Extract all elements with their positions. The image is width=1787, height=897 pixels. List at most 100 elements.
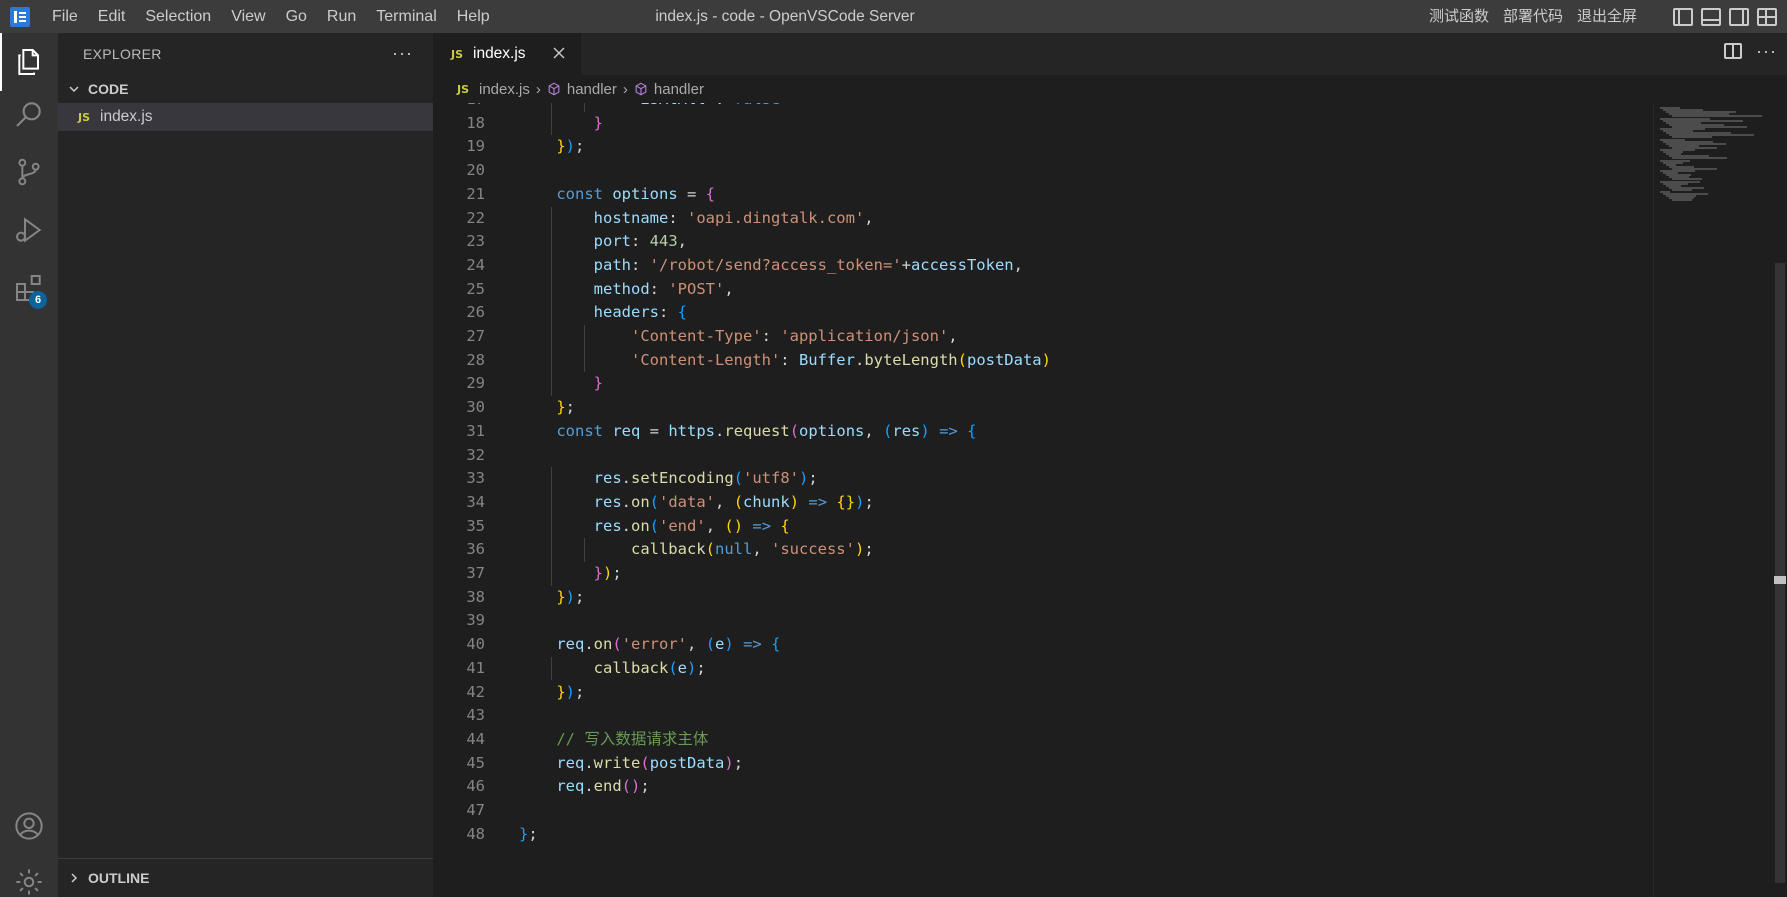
code-text: port: 443, [593, 232, 687, 251]
code-text: }); [556, 587, 585, 606]
line-number: 17 [433, 103, 485, 112]
code-text: // 写入数据请求主体 [556, 729, 709, 748]
line-number: 28 [466, 350, 485, 369]
settings-gear-icon[interactable] [0, 853, 58, 897]
code-line[interactable]: 17 "isAtAll": false [433, 103, 1653, 112]
toggle-primary-sidebar-icon[interactable] [1673, 7, 1693, 26]
line-number: 48 [466, 824, 485, 843]
code-line[interactable]: 35 res.on('end', () => { [433, 514, 1653, 539]
code-editor[interactable]: 17 "isAtAll": false18 }19 });2021 const … [433, 103, 1653, 897]
menu-help[interactable]: Help [447, 0, 500, 33]
code-line[interactable]: 33 res.setEncoding('utf8'); [433, 467, 1653, 491]
line-number: 32 [466, 445, 485, 464]
code-line[interactable]: 37 }); [433, 562, 1653, 586]
source-control-icon[interactable] [0, 143, 58, 201]
code-line[interactable]: 44 // 写入数据请求主体 [433, 728, 1653, 752]
code-line[interactable]: 21 const options = { [433, 183, 1653, 207]
code-line[interactable]: 27 'Content-Type': 'application/json', [433, 325, 1653, 349]
menu-run[interactable]: Run [317, 0, 366, 33]
indent-guide [550, 277, 552, 302]
indent-guide [550, 656, 552, 681]
explorer-icon[interactable] [0, 33, 58, 91]
menu-terminal[interactable]: Terminal [366, 0, 446, 33]
scrollbar-thumb[interactable] [1775, 263, 1785, 883]
extensions-icon[interactable]: 6 [0, 259, 58, 317]
more-actions-icon[interactable]: ··· [1756, 42, 1777, 60]
explorer-more-actions[interactable]: ··· [392, 43, 413, 64]
close-icon[interactable] [549, 43, 569, 63]
menu-edit[interactable]: Edit [88, 0, 136, 33]
customize-layout-icon[interactable] [1757, 7, 1777, 26]
editor-scrollbar[interactable] [1773, 103, 1787, 897]
code-text: }; [556, 398, 576, 417]
menu-bar: File Edit Selection View Go Run Terminal… [42, 0, 500, 33]
line-number: 42 [466, 682, 485, 701]
code-line[interactable]: 18 } [433, 111, 1653, 136]
split-editor-icon[interactable] [1724, 43, 1743, 59]
app-logo-icon[interactable] [10, 6, 30, 27]
js-file-icon: JS [451, 47, 464, 61]
tab-index-js[interactable]: JS index.js [433, 33, 581, 75]
exit-fullscreen-button[interactable]: 退出全屏 [1577, 0, 1637, 33]
breadcrumb-symbol[interactable]: handler [634, 81, 704, 98]
code-line[interactable]: 45 req.write(postData); [433, 752, 1653, 776]
search-icon[interactable] [0, 85, 58, 143]
code-line[interactable]: 41 callback(e); [433, 656, 1653, 681]
menu-view[interactable]: View [221, 0, 275, 33]
code-line[interactable]: 28 'Content-Length': Buffer.byteLength(p… [433, 348, 1653, 373]
toggle-panel-icon[interactable] [1701, 7, 1721, 26]
code-line[interactable]: 22 hostname: 'oapi.dingtalk.com', [433, 206, 1653, 231]
method-cube-icon [635, 82, 647, 96]
indent-guide [550, 230, 552, 254]
line-number: 47 [466, 801, 485, 819]
code-line[interactable]: 24 path: '/robot/send?access_token='+acc… [433, 253, 1653, 278]
run-debug-icon[interactable] [0, 201, 58, 259]
minimap[interactable] [1653, 103, 1773, 897]
toggle-secondary-sidebar-icon[interactable] [1729, 7, 1749, 26]
code-line[interactable]: 43 [433, 704, 1653, 728]
code-text: hostname: 'oapi.dingtalk.com', [593, 208, 874, 227]
code-line[interactable]: 42 }); [433, 681, 1653, 705]
code-line[interactable]: 46 req.end(); [433, 775, 1653, 799]
deploy-code-button[interactable]: 部署代码 [1503, 0, 1563, 33]
code-line[interactable]: 40 req.on('error', (e) => { [433, 633, 1653, 657]
code-line[interactable]: 34 res.on('data', (chunk) => {}); [433, 490, 1653, 515]
code-line[interactable]: 48}; [433, 823, 1653, 847]
code-line[interactable]: 30 }; [433, 396, 1653, 420]
code-line[interactable]: 31 const req = https.request(options, (r… [433, 420, 1653, 444]
line-number: 34 [466, 492, 485, 511]
menu-selection[interactable]: Selection [135, 0, 221, 33]
code-line[interactable]: 25 method: 'POST', [433, 277, 1653, 302]
code-text: const options = { [556, 184, 716, 203]
code-text: 'Content-Length': Buffer.byteLength(post… [630, 350, 1051, 369]
code-line[interactable]: 26 headers: { [433, 301, 1653, 325]
menu-file[interactable]: File [42, 0, 88, 33]
breadcrumb-file[interactable]: JS index.js [457, 81, 530, 98]
code-text: const req = https.request(options, (res)… [556, 421, 977, 440]
outline-label: OUTLINE [88, 870, 150, 886]
code-line[interactable]: 29 } [433, 372, 1653, 397]
folder-name: CODE [88, 81, 129, 97]
code-line[interactable]: 39 [433, 609, 1653, 633]
outline-header[interactable]: OUTLINE [58, 859, 433, 897]
indent-guide [550, 372, 552, 397]
folder-section-code[interactable]: CODE [58, 75, 433, 103]
account-icon[interactable] [0, 797, 58, 855]
indent-guide [550, 253, 552, 278]
chevron-right-icon: › [622, 80, 628, 98]
breadcrumb-symbol[interactable]: handler [547, 81, 617, 98]
indent-guide [550, 325, 552, 349]
code-line[interactable]: 20 [433, 159, 1653, 183]
line-number: 37 [466, 564, 485, 582]
menu-go[interactable]: Go [276, 0, 317, 33]
code-line[interactable]: 19 }); [433, 135, 1653, 159]
code-line[interactable]: 23 port: 443, [433, 230, 1653, 254]
code-line[interactable]: 36 callback(null, 'success'); [433, 538, 1653, 562]
code-line[interactable]: 32 [433, 444, 1653, 468]
line-number: 29 [466, 374, 485, 393]
code-line[interactable]: 47 [433, 799, 1653, 823]
test-function-button[interactable]: 测试函数 [1429, 0, 1489, 33]
file-item-index-js[interactable]: JS index.js [58, 103, 433, 131]
code-line[interactable]: 38 }); [433, 586, 1653, 610]
line-number: 43 [466, 706, 485, 725]
